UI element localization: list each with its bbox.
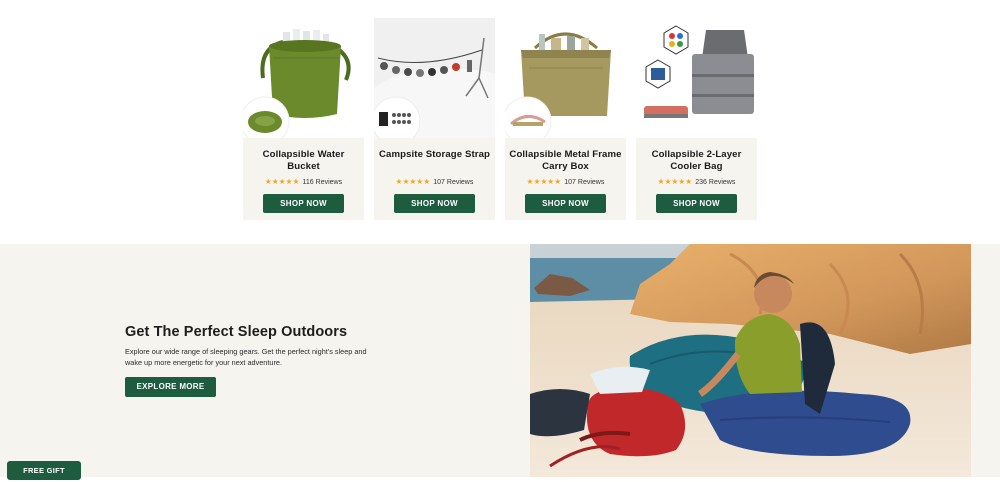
product-card[interactable]: Campsite Storage Strap ★★★★★ 107 Reviews … (374, 18, 495, 220)
review-count: 236 Reviews (695, 179, 736, 186)
product-rating: ★★★★★ 107 Reviews (505, 177, 626, 187)
product-image[interactable] (636, 18, 757, 138)
product-card[interactable]: Collapsible 2-Layer Cooler Bag ★★★★★ 236 … (636, 18, 757, 220)
star-rating-icon: ★★★★★ (526, 177, 562, 186)
shop-now-button[interactable]: SHOP NOW (263, 194, 344, 213)
product-name[interactable]: Collapsible 2-Layer Cooler Bag (640, 149, 753, 173)
product-image[interactable] (243, 18, 364, 138)
product-rating: ★★★★★ 236 Reviews (636, 177, 757, 187)
product-grid: Collapsible Water Bucket ★★★★★ 116 Review… (243, 18, 758, 220)
shop-now-button[interactable]: SHOP NOW (525, 194, 606, 213)
product-rating: ★★★★★ 107 Reviews (374, 177, 495, 187)
review-count: 107 Reviews (564, 179, 605, 186)
free-gift-button[interactable]: FREE GIFT (7, 461, 81, 480)
product-image[interactable] (374, 18, 495, 138)
sleep-promo-section: Get The Perfect Sleep Outdoors Explore o… (0, 244, 1000, 477)
star-rating-icon: ★★★★★ (657, 177, 693, 186)
camping-sleep-photo (530, 244, 971, 477)
shop-now-button[interactable]: SHOP NOW (656, 194, 737, 213)
review-count: 107 Reviews (433, 179, 474, 186)
shop-now-button[interactable]: SHOP NOW (394, 194, 475, 213)
star-rating-icon: ★★★★★ (264, 177, 300, 186)
star-rating-icon: ★★★★★ (395, 177, 431, 186)
product-name[interactable]: Campsite Storage Strap (378, 149, 491, 161)
product-card[interactable]: Collapsible Metal Frame Carry Box ★★★★★ 1… (505, 18, 626, 220)
section-description: Explore our wide range of sleeping gears… (125, 347, 367, 367)
product-name[interactable]: Collapsible Metal Frame Carry Box (509, 149, 622, 173)
product-rating: ★★★★★ 116 Reviews (243, 177, 364, 187)
product-name[interactable]: Collapsible Water Bucket (247, 149, 360, 173)
explore-more-button[interactable]: EXPLORE MORE (125, 377, 216, 397)
section-title: Get The Perfect Sleep Outdoors (125, 324, 348, 340)
product-card[interactable]: Collapsible Water Bucket ★★★★★ 116 Review… (243, 18, 364, 220)
review-count: 116 Reviews (302, 179, 343, 186)
product-image[interactable] (505, 18, 626, 138)
